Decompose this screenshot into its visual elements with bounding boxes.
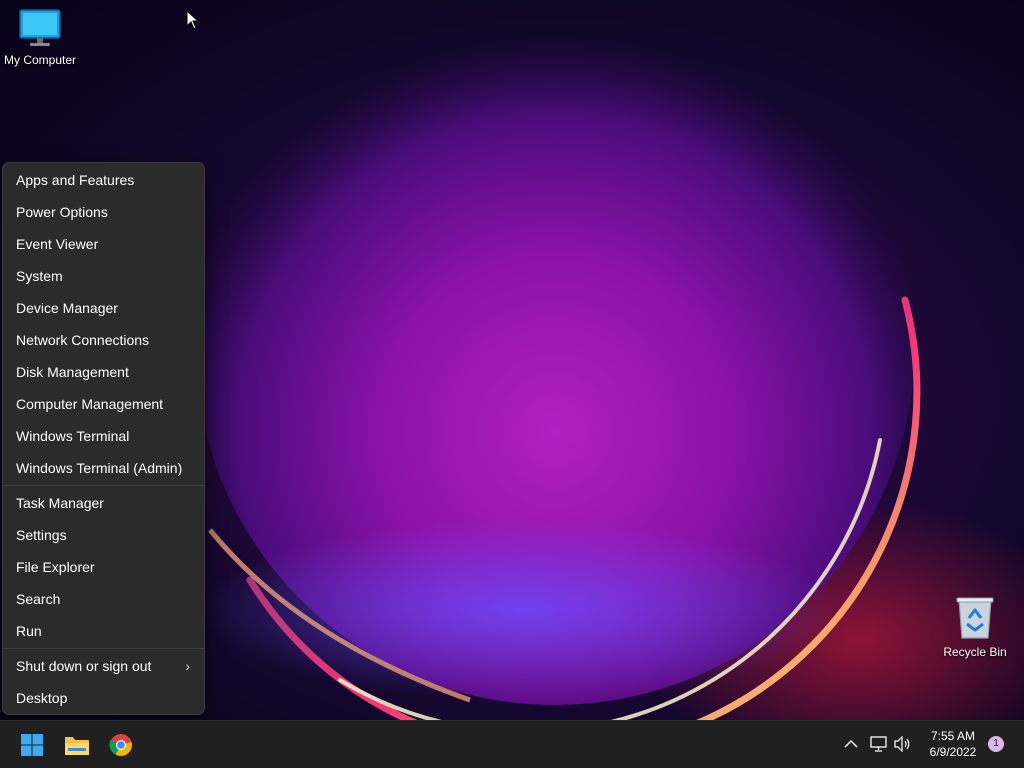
menu-item-apps-and-features[interactable]: Apps and Features	[3, 164, 204, 196]
quick-link-context-menu: Apps and Features Power Options Event Vi…	[2, 162, 205, 715]
menu-item-windows-terminal-admin[interactable]: Windows Terminal (Admin)	[3, 452, 204, 484]
menu-item-search[interactable]: Search	[3, 583, 204, 615]
menu-item-task-manager[interactable]: Task Manager	[3, 487, 204, 519]
mouse-cursor-icon	[186, 10, 200, 30]
windows-logo-icon	[21, 734, 43, 756]
menu-item-file-explorer[interactable]: File Explorer	[3, 551, 204, 583]
monitor-icon	[19, 9, 61, 46]
menu-divider	[3, 648, 204, 649]
recycle-bin-graphic-icon	[956, 597, 994, 639]
speaker-icon	[894, 736, 910, 752]
menu-item-device-manager[interactable]: Device Manager	[3, 292, 204, 324]
clock-date: 6/9/2022	[929, 745, 977, 759]
chrome-taskbar-button[interactable]	[101, 725, 141, 765]
network-icon	[870, 736, 887, 752]
show-hidden-icons-button[interactable]	[840, 733, 862, 755]
my-computer-icon[interactable]: My Computer	[0, 8, 80, 67]
chevron-right-icon: ›	[185, 658, 190, 674]
menu-item-disk-management[interactable]: Disk Management	[3, 356, 204, 388]
recycle-bin-icon[interactable]: Recycle Bin	[935, 596, 1015, 659]
menu-item-shut-down-or-sign-out[interactable]: Shut down or sign out ›	[3, 650, 204, 682]
menu-item-system[interactable]: System	[3, 260, 204, 292]
clock-time: 7:55 AM	[930, 729, 976, 743]
menu-item-power-options[interactable]: Power Options	[3, 196, 204, 228]
taskbar-clock[interactable]: 7:55 AM 6/9/2022	[918, 728, 988, 760]
start-button[interactable]	[12, 725, 52, 765]
volume-button[interactable]	[892, 733, 914, 755]
menu-item-label: Shut down or sign out	[16, 658, 152, 674]
menu-item-computer-management[interactable]: Computer Management	[3, 388, 204, 420]
notification-badge[interactable]: 1	[988, 736, 1004, 752]
my-computer-label: My Computer	[3, 53, 77, 67]
menu-item-settings[interactable]: Settings	[3, 519, 204, 551]
chrome-icon	[109, 734, 132, 756]
recycle-bin-label: Recycle Bin	[943, 645, 1007, 659]
menu-item-network-connections[interactable]: Network Connections	[3, 324, 204, 356]
chevron-up-icon	[844, 739, 858, 748]
menu-divider	[3, 485, 204, 486]
menu-item-desktop[interactable]: Desktop	[3, 682, 204, 714]
folder-icon	[65, 737, 89, 755]
taskbar: 7:55 AM 6/9/2022	[0, 720, 1024, 768]
menu-item-run[interactable]: Run	[3, 615, 204, 647]
network-status-button[interactable]	[868, 733, 890, 755]
file-explorer-taskbar-button[interactable]	[57, 725, 97, 765]
menu-item-event-viewer[interactable]: Event Viewer	[3, 228, 204, 260]
menu-item-windows-terminal[interactable]: Windows Terminal	[3, 420, 204, 452]
